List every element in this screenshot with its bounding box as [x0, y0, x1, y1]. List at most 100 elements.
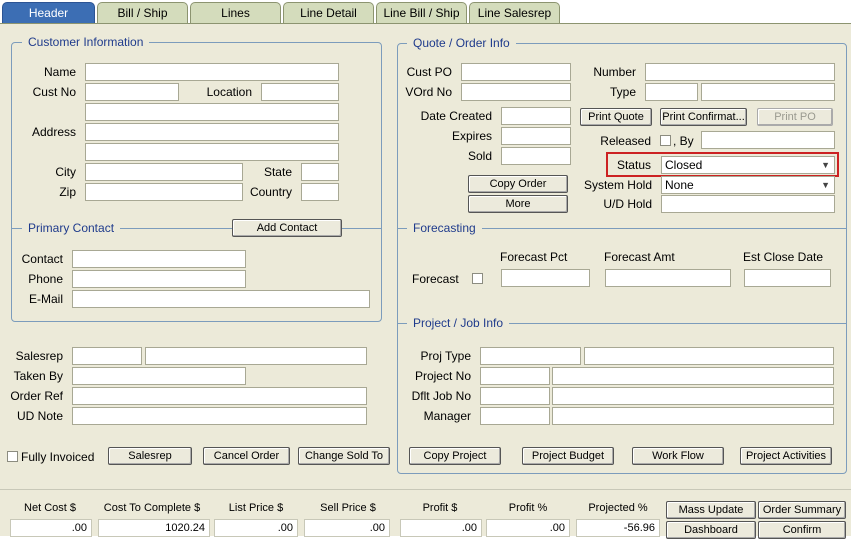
copy-order-button[interactable]: Copy Order [468, 175, 568, 193]
print-quote-button[interactable]: Print Quote [580, 108, 652, 126]
salesrep-label: Salesrep [15, 349, 63, 363]
location-input[interactable] [261, 83, 339, 101]
copy-project-button[interactable]: Copy Project [409, 447, 501, 465]
tab-bill-ship[interactable]: Bill / Ship [97, 2, 188, 23]
vord-no-input[interactable] [461, 83, 571, 101]
zip-input[interactable] [85, 183, 243, 201]
profit-amount-value: .00 [400, 519, 482, 537]
tab-lines[interactable]: Lines [190, 2, 281, 23]
email-label: E-Mail [28, 292, 63, 306]
manager-name-input[interactable] [552, 407, 834, 425]
dashboard-button[interactable]: Dashboard [666, 521, 756, 539]
mass-update-button[interactable]: Mass Update [666, 501, 756, 519]
contact-input[interactable] [72, 250, 246, 268]
state-label: State [263, 165, 292, 179]
list-price-value: .00 [214, 519, 298, 537]
released-label: Released [600, 134, 651, 148]
address-line-1[interactable] [85, 103, 339, 121]
salesrep-name-input[interactable] [145, 347, 367, 365]
project-activities-button[interactable]: Project Activities [740, 447, 832, 465]
primary-contact-legend: Primary Contact [22, 221, 121, 235]
confirm-button[interactable]: Confirm [758, 521, 846, 539]
system-hold-value: None [665, 178, 694, 192]
project-desc-input[interactable] [552, 367, 834, 385]
ud-hold-input[interactable] [661, 195, 835, 213]
phone-label: Phone [28, 272, 63, 286]
salesrep-button[interactable]: Salesrep [108, 447, 192, 465]
dflt-job-no-label: Dflt Job No [411, 389, 471, 403]
project-budget-button[interactable]: Project Budget [522, 447, 614, 465]
forecast-pct-label: Forecast Pct [500, 250, 568, 264]
address-line-3[interactable] [85, 143, 339, 161]
forecast-label: Forecast [412, 272, 459, 286]
type-desc-input[interactable] [701, 83, 835, 101]
name-input[interactable] [85, 63, 339, 81]
customer-info-legend: Customer Information [22, 35, 150, 49]
status-select[interactable]: Closed ▼ [661, 156, 835, 174]
taken-by-label: Taken By [13, 369, 63, 383]
salesrep-code-input[interactable] [72, 347, 142, 365]
system-hold-label: System Hold [583, 178, 652, 192]
work-flow-button[interactable]: Work Flow [632, 447, 724, 465]
print-po-button[interactable]: Print PO [757, 108, 833, 126]
contact-label: Contact [21, 252, 63, 266]
net-cost-label: Net Cost $ [24, 502, 76, 514]
forecast-pct-input[interactable] [501, 269, 590, 287]
order-ref-input[interactable] [72, 387, 367, 405]
sold-input[interactable] [501, 147, 571, 165]
manager-code-input[interactable] [480, 407, 550, 425]
expires-input[interactable] [501, 127, 571, 145]
change-sold-to-button[interactable]: Change Sold To [298, 447, 390, 465]
name-label: Name [43, 65, 76, 79]
tab-line-salesrep[interactable]: Line Salesrep [469, 2, 560, 23]
proj-type-label: Proj Type [420, 349, 471, 363]
date-created-label: Date Created [420, 109, 492, 123]
email-input[interactable] [72, 290, 370, 308]
tab-line-bill-ship[interactable]: Line Bill / Ship [376, 2, 467, 23]
status-label: Status [616, 158, 651, 172]
profit-percent-value: .00 [486, 519, 570, 537]
dflt-job-desc-input[interactable] [552, 387, 834, 405]
phone-input[interactable] [72, 270, 246, 288]
tab-header[interactable]: Header [2, 2, 95, 24]
print-confirmation-button[interactable]: Print Confirmat... [660, 108, 747, 126]
forecast-checkbox[interactable] [472, 273, 483, 284]
order-summary-button[interactable]: Order Summary [758, 501, 846, 519]
fully-invoiced-checkbox[interactable] [7, 451, 18, 462]
manager-label: Manager [423, 409, 471, 423]
ud-note-input[interactable] [72, 407, 367, 425]
est-close-date-input[interactable] [744, 269, 831, 287]
fully-invoiced-label: Fully Invoiced [21, 450, 95, 464]
forecast-amt-input[interactable] [605, 269, 731, 287]
number-input[interactable] [645, 63, 835, 81]
cancel-order-button[interactable]: Cancel Order [203, 447, 290, 465]
date-created-input[interactable] [501, 107, 571, 125]
project-no-label: Project No [414, 369, 471, 383]
cust-no-input[interactable] [85, 83, 179, 101]
city-input[interactable] [85, 163, 243, 181]
system-hold-select[interactable]: None ▼ [661, 176, 835, 194]
released-checkbox[interactable] [660, 135, 671, 146]
address-label: Address [31, 125, 76, 139]
list-price-label: List Price $ [228, 502, 284, 514]
project-no-input[interactable] [480, 367, 550, 385]
forecast-amt-label: Forecast Amt [604, 250, 675, 264]
dflt-job-no-input[interactable] [480, 387, 550, 405]
proj-type-code-input[interactable] [480, 347, 581, 365]
state-input[interactable] [301, 163, 339, 181]
tab-line-detail[interactable]: Line Detail [283, 2, 374, 23]
forecasting-legend: Forecasting [407, 221, 482, 235]
taken-by-input[interactable] [72, 367, 246, 385]
quote-order-legend: Quote / Order Info [407, 36, 516, 50]
country-input[interactable] [301, 183, 339, 201]
type-code-input[interactable] [645, 83, 698, 101]
cost-to-complete-label: Cost To Complete $ [103, 502, 201, 514]
chevron-down-icon: ▼ [821, 180, 830, 190]
cust-po-input[interactable] [461, 63, 571, 81]
add-contact-button[interactable]: Add Contact [232, 219, 342, 237]
proj-type-desc-input[interactable] [584, 347, 834, 365]
more-button[interactable]: More [468, 195, 568, 213]
address-line-2[interactable] [85, 123, 339, 141]
released-by-input[interactable] [701, 131, 835, 149]
sell-price-label: Sell Price $ [320, 502, 376, 514]
